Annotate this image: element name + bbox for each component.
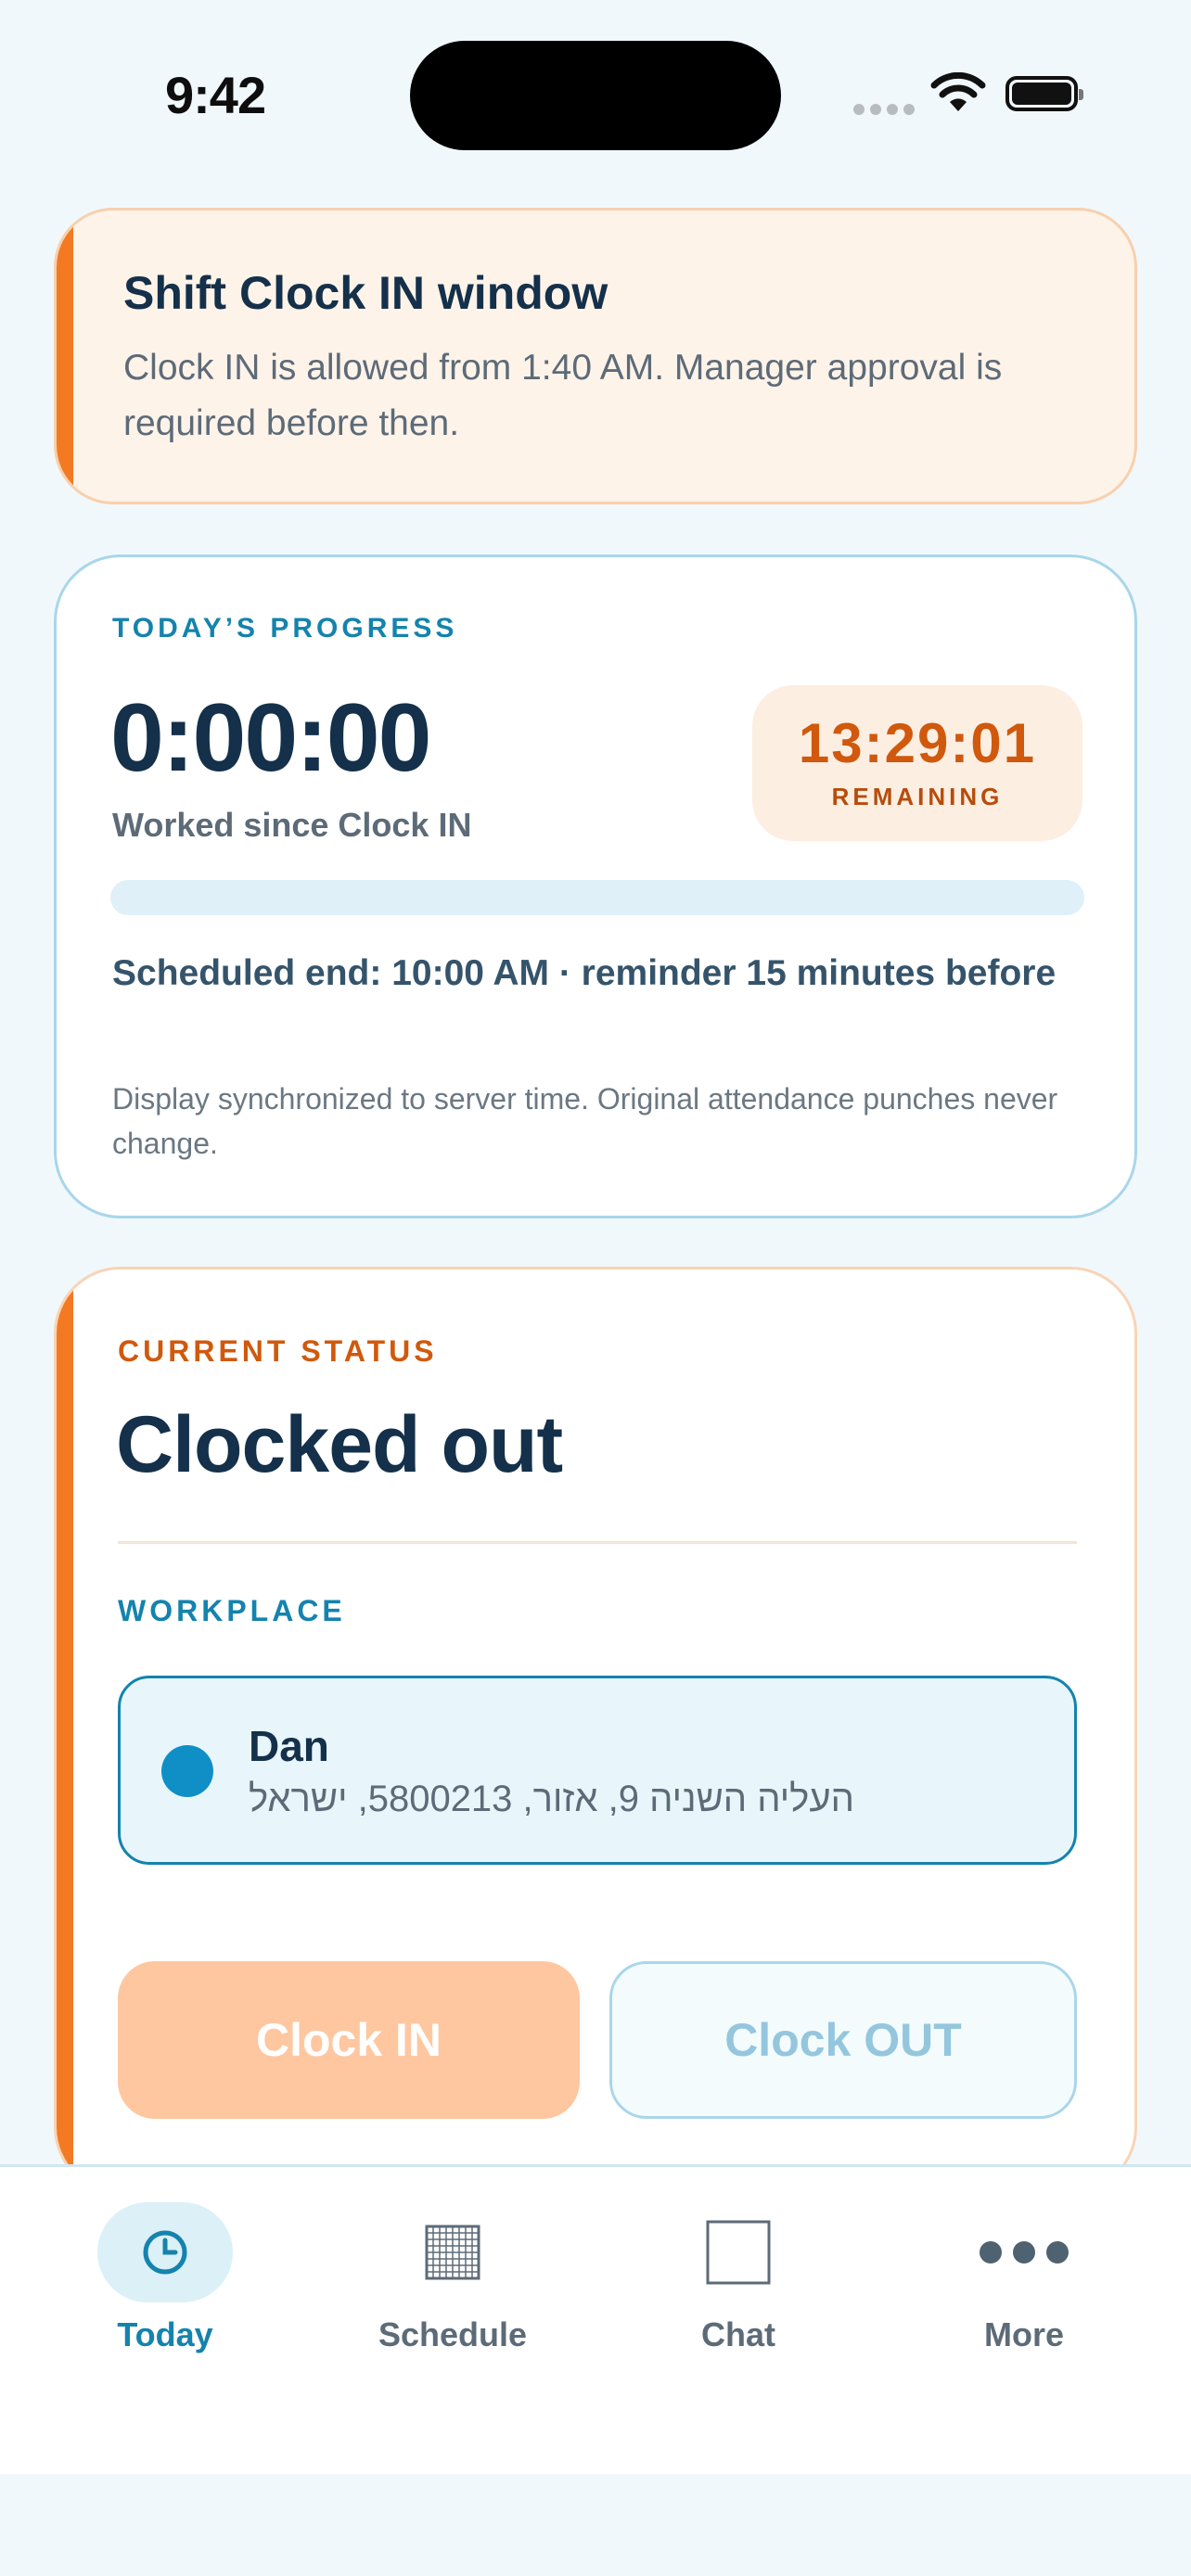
status-state: Clocked out xyxy=(116,1400,563,1489)
progress-card: TODAY’S PROGRESS 0:00:00 Worked since Cl… xyxy=(54,555,1137,1218)
battery-icon xyxy=(1005,76,1083,111)
status-accent xyxy=(57,1269,73,2191)
status-bar: 9:42 xyxy=(0,0,1191,190)
clock-in-button[interactable]: Clock IN xyxy=(118,1961,580,2119)
workplace-address: העליה השניה 9, אזור, 5800213, ישראל xyxy=(249,1779,855,1819)
status-time: 9:42 xyxy=(165,66,266,124)
banner-accent xyxy=(57,210,73,502)
banner-title: Shift Clock IN window xyxy=(123,267,608,319)
home-indicator-area xyxy=(0,2370,1191,2474)
tab-chat-label: Chat xyxy=(701,2315,775,2353)
divider xyxy=(118,1541,1077,1544)
signal-icon xyxy=(853,104,915,115)
status-label: CURRENT STATUS xyxy=(118,1334,438,1368)
dynamic-island xyxy=(410,41,781,150)
tab-more[interactable]: More xyxy=(913,2202,1135,2354)
clock-out-button[interactable]: Clock OUT xyxy=(609,1961,1077,2119)
chat-icon xyxy=(706,2220,771,2285)
tab-today-label: Today xyxy=(117,2315,213,2353)
workplace-name: Dan xyxy=(249,1722,329,1770)
more-icon xyxy=(980,2241,1069,2264)
calendar-grid-icon xyxy=(425,2225,480,2280)
clock-in-window-banner: Shift Clock IN window Clock IN is allowe… xyxy=(54,208,1137,504)
tab-more-label: More xyxy=(983,2315,1064,2353)
clock-icon xyxy=(143,2230,187,2275)
tab-chat[interactable]: Chat xyxy=(627,2202,850,2354)
progress-bar xyxy=(110,880,1084,915)
remaining-label: REMAINING xyxy=(831,783,1004,810)
progress-label: TODAY’S PROGRESS xyxy=(112,613,458,644)
elapsed-caption: Worked since Clock IN xyxy=(112,806,472,844)
tab-schedule-label: Schedule xyxy=(378,2315,528,2353)
scheduled-end: Scheduled end: 10:00 AM · reminder 15 mi… xyxy=(112,953,1057,993)
wifi-icon xyxy=(930,72,986,111)
remaining-badge: 13:29:01 REMAINING xyxy=(752,685,1082,841)
workplace-option[interactable]: Dan העליה השניה 9, אזור, 5800213, ישראל xyxy=(118,1676,1077,1865)
elapsed-timer: 0:00:00 xyxy=(110,684,431,792)
tab-today[interactable]: Today xyxy=(54,2202,276,2354)
status-card: CURRENT STATUS Clocked out WORKPLACE Dan… xyxy=(54,1267,1137,2194)
tab-schedule[interactable]: Schedule xyxy=(341,2202,564,2354)
banner-text: Clock IN is allowed from 1:40 AM. Manage… xyxy=(123,348,1003,443)
radio-selected-icon xyxy=(161,1745,213,1797)
sync-note: Display synchronized to server time. Ori… xyxy=(112,1082,1058,1160)
workplace-label: WORKPLACE xyxy=(118,1594,346,1627)
remaining-time: 13:29:01 xyxy=(798,712,1037,774)
